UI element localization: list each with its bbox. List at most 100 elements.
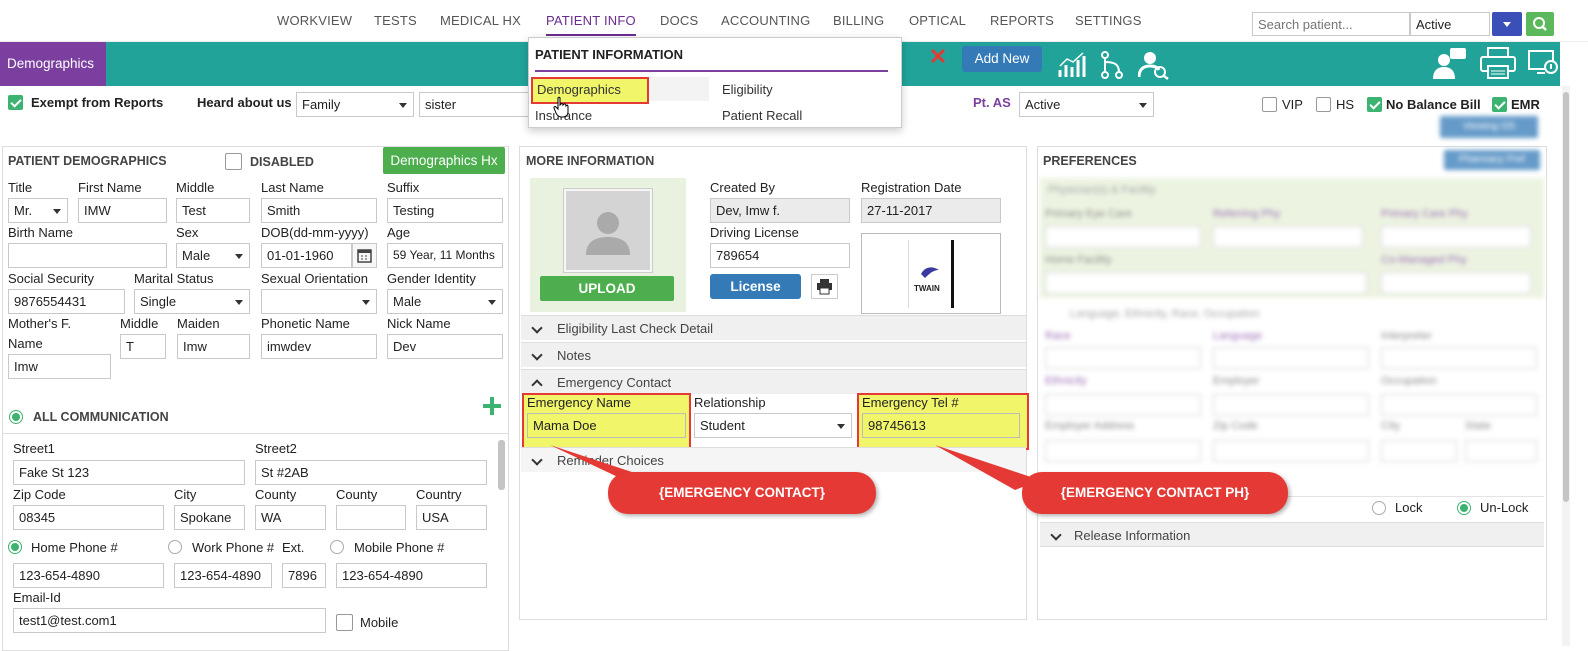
upload-button[interactable]: UPLOAD [540,276,674,301]
page-scrollbar[interactable] [1562,86,1570,646]
last-name-input[interactable]: Smith [261,198,377,223]
eligibility-accordion[interactable]: Eligibility Last Check Detail [521,315,1026,340]
nav-tests[interactable]: TESTS [374,13,417,28]
driving-license-input[interactable]: 789654 [710,243,850,268]
nav-accounting[interactable]: ACCOUNTING [721,13,810,28]
dropdown-eligibility[interactable]: Eligibility [722,82,773,97]
nav-patient-info[interactable]: PATIENT INFO [546,13,636,36]
photo-frame [563,188,653,273]
mobile-phone-input[interactable]: 123-654-4890 [336,563,487,588]
city-label: City [174,487,197,502]
add-icon[interactable] [482,396,502,416]
emr-checkbox[interactable] [1492,97,1507,112]
county2-input[interactable] [336,505,406,530]
dropdown-demographics[interactable]: Demographics [531,77,649,104]
ssn-input[interactable]: 9876554431 [8,289,125,314]
release-information-accordion[interactable]: Release Information [1040,522,1544,547]
nav-optical[interactable]: OPTICAL [909,13,966,28]
disabled-checkbox[interactable] [225,153,242,170]
work-phone-radio[interactable] [168,540,182,554]
work-phone-input[interactable]: 123-654-4890 [174,563,272,588]
exempt-label: Exempt from Reports [31,95,164,110]
mobile-checkbox[interactable] [336,614,353,631]
emergency-contact-accordion[interactable]: Emergency Contact [521,369,1026,394]
chart-icon[interactable] [1057,50,1087,80]
city-input[interactable]: Spokane [174,505,245,530]
exempt-checkbox[interactable] [8,95,23,110]
demographics-hx-button[interactable]: Demographics Hx [383,147,505,174]
gender-select[interactable]: Male [387,289,503,314]
relationship-select[interactable]: Student [694,413,852,438]
birth-name-input[interactable] [8,243,167,268]
twain-scan-box[interactable]: TWAIN [861,233,1001,314]
nav-docs[interactable]: DOCS [660,13,698,28]
email-input[interactable]: test1@test.com1 [13,608,326,633]
license-button[interactable]: License [710,274,801,299]
heard-about-select[interactable]: Family [296,92,414,117]
marital-select[interactable]: Single [134,289,250,314]
close-icon[interactable] [929,47,947,65]
sex-select[interactable]: Male [176,243,250,268]
no-balance-checkbox[interactable] [1367,97,1382,112]
mother-middle-input[interactable]: T [120,334,166,359]
address-scrollbar[interactable] [498,440,505,490]
tab-demographics[interactable]: Demographics [0,42,106,86]
dob-calendar-button[interactable] [352,243,377,268]
status-dropdown-button[interactable] [1492,12,1522,36]
monitor-info-icon[interactable] [1527,48,1559,78]
nav-reports[interactable]: REPORTS [990,13,1054,28]
emergency-name-input[interactable]: Mama Doe [527,413,686,438]
viewing-os-button[interactable]: Viewing OS [1440,116,1538,138]
print-license-button[interactable] [811,274,838,299]
maiden-input[interactable]: Imw [177,334,250,359]
heard-about-detail-input[interactable]: sister [419,92,529,117]
dob-input[interactable]: 01-01-1960 [261,243,352,268]
home-phone-input[interactable]: 123-654-4890 [13,563,164,588]
registration-date-display: 27-11-2017 [861,198,1001,223]
county-input[interactable]: WA [255,505,326,530]
ext-input[interactable]: 7896 [282,563,326,588]
lock-radio[interactable] [1372,501,1386,515]
user-search-icon[interactable] [1138,50,1170,80]
hs-checkbox[interactable] [1316,97,1331,112]
vip-checkbox[interactable] [1262,97,1277,112]
street1-input[interactable]: Fake St 123 [13,460,245,485]
suffix-input[interactable]: Testing [387,198,503,223]
emergency-tel-input[interactable]: 98745613 [862,413,1020,438]
patient-chat-icon[interactable] [1432,46,1468,80]
pharmacy-pref-button[interactable]: Pharmacy Pref [1444,150,1540,170]
nav-medical-hx[interactable]: MEDICAL HX [440,13,521,28]
notes-accordion[interactable]: Notes [521,342,1026,367]
hand-cursor-icon [553,96,569,118]
middle-name-input[interactable]: Test [176,198,250,223]
preferences-header: PREFERENCES [1043,154,1137,168]
orientation-select[interactable] [261,289,377,314]
zip-input[interactable]: 08345 [13,505,164,530]
patient-status-select[interactable]: Active [1410,12,1490,36]
nav-workview[interactable]: WORKVIEW [277,13,352,28]
dropdown-title: PATIENT INFORMATION [535,47,684,62]
country-input[interactable]: USA [416,505,487,530]
first-name-input[interactable]: IMW [78,198,167,223]
printer-icon[interactable] [1479,46,1517,80]
calendar-icon [357,249,372,263]
add-new-button[interactable]: Add New [962,46,1042,72]
nav-settings[interactable]: SETTINGS [1075,13,1142,28]
emr-label: EMR [1511,97,1540,112]
all-communication-radio[interactable] [9,410,23,424]
nick-input[interactable]: Dev [387,334,503,359]
pt-as-select[interactable]: Active [1019,92,1154,117]
street2-input[interactable]: St #2AB [255,460,487,485]
unlock-radio[interactable] [1457,501,1471,515]
phonetic-input[interactable]: imwdev [261,334,377,359]
dropdown-patient-recall[interactable]: Patient Recall [722,108,802,123]
patient-info-dropdown: PATIENT INFORMATION Demographics Eligibi… [528,37,902,128]
merge-icon[interactable] [1098,50,1126,80]
mobile-phone-radio[interactable] [330,540,344,554]
home-phone-radio[interactable] [8,540,22,554]
search-button[interactable] [1526,12,1554,36]
search-patient-input[interactable] [1252,12,1410,36]
mother-name-input[interactable]: Imw [8,354,111,379]
nav-billing[interactable]: BILLING [833,13,884,28]
title-select[interactable]: Mr. [8,198,68,223]
